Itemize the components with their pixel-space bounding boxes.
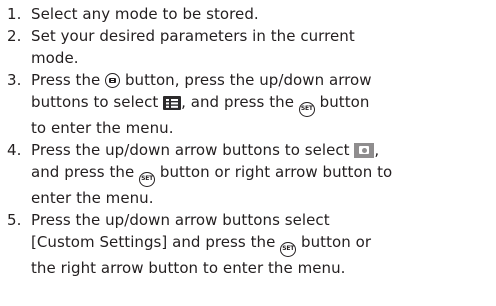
step-text-line: the right arrow button to enter the menu… bbox=[31, 259, 346, 277]
instruction-page: 1. Select any mode to be stored. 2. Set … bbox=[0, 0, 496, 306]
text-fragment: button or right arrow button to bbox=[155, 163, 393, 181]
step-2: 2. Set your desired parameters in the cu… bbox=[0, 25, 496, 69]
step-number: 1. bbox=[7, 5, 22, 23]
text-fragment: buttons to select bbox=[31, 93, 164, 111]
step-text-line: Press the up/down arrow buttons to selec… bbox=[31, 139, 496, 161]
set-button-icon: SET bbox=[280, 242, 297, 257]
text-fragment: , and press the bbox=[181, 93, 299, 111]
text-fragment: Press the up/down arrow buttons to selec… bbox=[31, 141, 355, 159]
step-5: 5. Press the up/down arrow buttons selec… bbox=[0, 209, 496, 279]
step-number: 5. bbox=[7, 211, 22, 229]
menu-list-icon bbox=[163, 96, 182, 110]
menu-button-icon bbox=[105, 73, 121, 88]
text-fragment: Press the bbox=[31, 71, 106, 89]
text-fragment: button bbox=[314, 93, 370, 111]
text-fragment: , bbox=[374, 141, 380, 159]
text-fragment: and press the bbox=[31, 163, 140, 181]
step-1: 1. Select any mode to be stored. bbox=[0, 3, 496, 25]
step-text-line: enter the menu. bbox=[31, 189, 154, 207]
text-fragment: button or bbox=[296, 233, 372, 251]
step-text-line: Press the button, press the up/down arro… bbox=[31, 69, 496, 91]
step-number: 4. bbox=[7, 141, 22, 159]
text-fragment: [Custom Settings] and press the bbox=[31, 233, 281, 251]
step-number: 2. bbox=[7, 27, 22, 45]
step-number: 3. bbox=[7, 71, 22, 89]
set-button-icon: SET bbox=[139, 172, 156, 187]
steps-list: 1. Select any mode to be stored. 2. Set … bbox=[0, 3, 496, 279]
step-text-line: mode. bbox=[31, 49, 79, 67]
step-text-line: Set your desired parameters in the curre… bbox=[31, 27, 355, 45]
set-button-icon: SET bbox=[298, 102, 315, 117]
step-text-line: [Custom Settings] and press the SET butt… bbox=[31, 231, 496, 257]
step-3: 3. Press the button, press the up/down a… bbox=[0, 69, 496, 139]
step-text-line: and press the SET button or right arrow … bbox=[31, 161, 496, 187]
text-fragment: button, press the up/down arrow bbox=[120, 71, 372, 89]
camera-settings-icon bbox=[354, 143, 375, 158]
step-text: Select any mode to be stored. bbox=[31, 5, 259, 23]
step-text-line: Press the up/down arrow buttons select bbox=[31, 211, 330, 229]
step-text-line: to enter the menu. bbox=[31, 119, 174, 137]
step-4: 4. Press the up/down arrow buttons to se… bbox=[0, 139, 496, 209]
step-text-line: buttons to select , and press the SET bu… bbox=[31, 91, 496, 117]
